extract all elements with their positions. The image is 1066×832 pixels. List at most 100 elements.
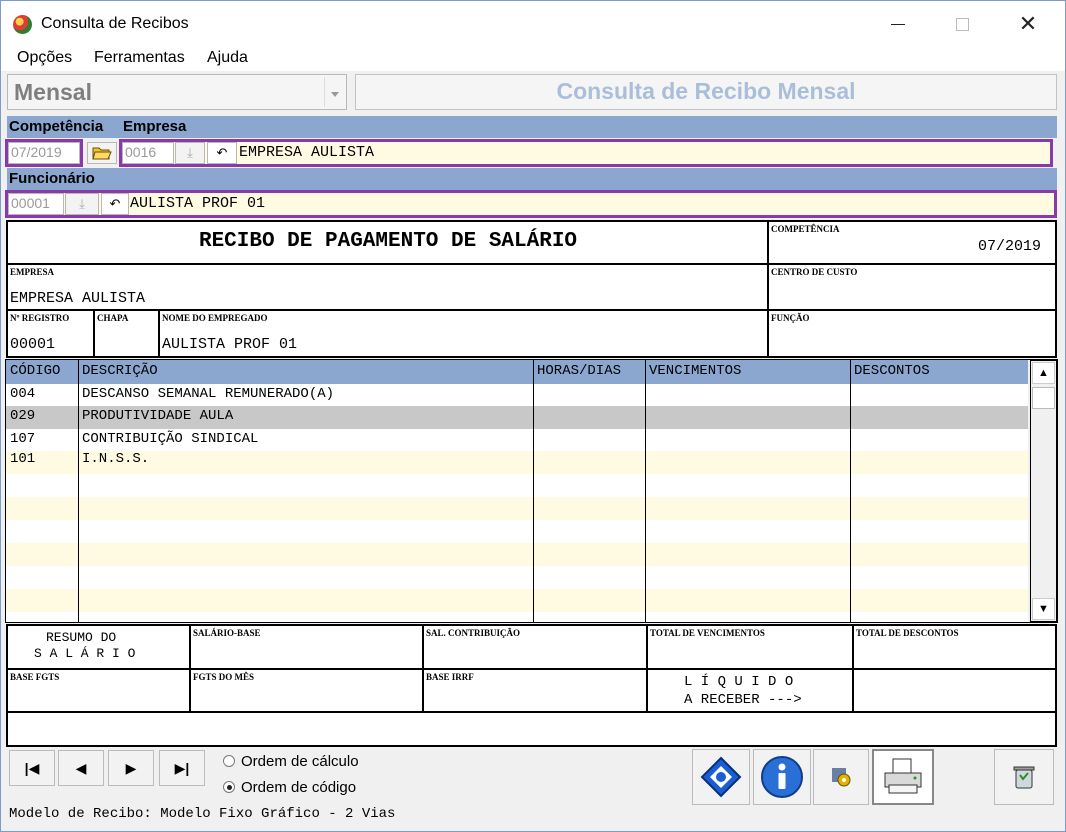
table-row-selected[interactable]: 029 PRODUTIVIDADE AULA: [6, 406, 1028, 429]
base-fgts-cell: BASE FGTS: [6, 668, 191, 713]
table-row[interactable]: 101 I.N.S.S.: [6, 451, 1028, 474]
table-row[interactable]: 004 DESCANSO SEMANAL REMUNERADO(A): [6, 384, 1028, 407]
funcao-label: FUNÇÃO: [771, 313, 810, 323]
grid-scrollbar[interactable]: ▲ ▼: [1030, 360, 1057, 622]
funcionario-label: Funcionário: [7, 168, 1057, 190]
divider: [645, 360, 646, 622]
table-row-empty: [6, 474, 1028, 497]
centro-custo-cell: CENTRO DE CUSTO: [767, 263, 1057, 311]
base-irrf-label: BASE IRRF: [426, 672, 474, 682]
scroll-down-icon[interactable]: ▼: [1032, 598, 1055, 620]
minimize-icon: [891, 23, 905, 25]
radio-checked-icon: [223, 781, 235, 794]
competencia-cell-value: 07/2019: [977, 238, 1041, 255]
empresa-cell-label: EMPRESA: [10, 267, 55, 277]
scroll-up-icon[interactable]: ▲: [1032, 362, 1055, 384]
maximize-button[interactable]: [939, 5, 985, 43]
chapa-cell: CHAPA: [93, 309, 160, 358]
receipt-footer-cell: [6, 711, 1057, 747]
col-horas-dias[interactable]: HORAS/DIAS: [537, 363, 621, 379]
row-descricao: DESCANSO SEMANAL REMUNERADO(A): [82, 386, 335, 402]
sort-codigo-radio[interactable]: Ordem de código: [223, 779, 356, 796]
refresh-button[interactable]: [692, 749, 750, 805]
period-select-value: Mensal: [14, 79, 92, 105]
close-icon: ✕: [1018, 11, 1038, 36]
resumo-line1: RESUMO DO: [46, 630, 117, 645]
download-icon[interactable]: ⤓: [175, 142, 205, 164]
nome-value: AULISTA PROF 01: [162, 336, 298, 353]
row-codigo: 101: [10, 451, 36, 467]
divider: [850, 360, 851, 622]
receipt-grid: CÓDIGO DESCRIÇÃO HORAS/DIAS VENCIMENTOS …: [6, 360, 1028, 622]
undo-icon[interactable]: ↶: [207, 142, 237, 164]
first-record-button[interactable]: |◀: [9, 750, 55, 786]
delete-button[interactable]: [994, 749, 1054, 805]
maximize-icon: [955, 17, 969, 31]
radio-icon: [223, 755, 235, 768]
title-bar: Consulta de Recibos ✕: [1, 1, 1065, 47]
liquido-value-cell: [852, 668, 1057, 713]
page-title: Consulta de Recibo Mensal: [355, 74, 1057, 110]
chevron-down-icon[interactable]: [324, 77, 344, 107]
empresa-label: Empresa: [123, 118, 187, 135]
registro-value: 00001: [10, 336, 56, 353]
folder-open-icon[interactable]: [87, 142, 117, 164]
row-codigo: 029: [10, 408, 36, 424]
last-record-button[interactable]: ▶|: [159, 750, 205, 786]
table-row-empty: [6, 497, 1028, 520]
empresa-code-input[interactable]: 0016: [122, 142, 174, 164]
salario-base-label: SALÁRIO-BASE: [193, 628, 261, 638]
registro-label: Nº REGISTRO: [10, 313, 70, 323]
trash-icon: [1013, 766, 1035, 789]
empresa-cell-value: EMPRESA AULISTA: [10, 290, 146, 307]
row-codigo: 107: [10, 431, 36, 447]
chapa-label: CHAPA: [97, 313, 129, 323]
col-descontos[interactable]: DESCONTOS: [854, 363, 930, 379]
close-button[interactable]: ✕: [1005, 5, 1051, 43]
col-vencimentos[interactable]: VENCIMENTOS: [649, 363, 741, 379]
row-descricao: PRODUTIVIDADE AULA: [82, 408, 234, 424]
base-irrf-cell: BASE IRRF: [422, 668, 648, 713]
previous-record-button[interactable]: ◀: [58, 750, 104, 786]
menu-opcoes[interactable]: Opções: [17, 49, 72, 67]
liquido-line1: L Í Q U I D O: [684, 674, 794, 690]
nome-cell: NOME DO EMPREGADO AULISTA PROF 01: [158, 309, 769, 358]
funcionario-code-input[interactable]: 00001: [8, 193, 64, 215]
sort-calculo-radio[interactable]: Ordem de cálculo: [223, 753, 359, 770]
info-icon: [761, 756, 803, 798]
centro-custo-label: CENTRO DE CUSTO: [771, 267, 858, 277]
table-row-empty: [6, 520, 1028, 543]
refresh-icon: [700, 756, 742, 798]
competencia-input[interactable]: 07/2019: [8, 142, 80, 164]
menu-ajuda[interactable]: Ajuda: [207, 49, 248, 67]
table-row[interactable]: 107 CONTRIBUIÇÃO SINDICAL: [6, 429, 1028, 452]
total-descontos-cell: TOTAL DE DESCONTOS: [852, 624, 1057, 670]
col-descricao[interactable]: DESCRIÇÃO: [82, 363, 158, 379]
next-record-button[interactable]: ▶: [108, 750, 154, 786]
settings-button[interactable]: [813, 749, 869, 805]
app-window: Consulta de Recibos ✕ Opções Ferramentas…: [0, 0, 1066, 832]
printer-icon: [884, 758, 922, 794]
window-title: Consulta de Recibos: [41, 15, 189, 32]
gear-icon: [832, 768, 851, 787]
status-text: Modelo de Recibo: Modelo Fixo Gráfico - …: [9, 806, 396, 822]
empresa-cell: EMPRESA EMPRESA AULISTA: [6, 263, 769, 311]
next-icon: ▶: [125, 759, 137, 776]
col-codigo[interactable]: CÓDIGO: [10, 363, 60, 379]
undo-icon[interactable]: ↶: [101, 193, 129, 215]
print-button[interactable]: [872, 749, 934, 805]
period-select[interactable]: Mensal: [7, 74, 347, 110]
row-descricao: I.N.S.S.: [82, 451, 150, 467]
scroll-thumb[interactable]: [1032, 387, 1055, 409]
divider: [78, 360, 79, 622]
previous-icon: ◀: [75, 759, 87, 776]
table-row-empty: [6, 566, 1028, 589]
total-vencimentos-label: TOTAL DE VENCIMENTOS: [650, 628, 765, 638]
first-icon: |◀: [24, 759, 40, 776]
info-button[interactable]: [753, 749, 811, 805]
download-icon[interactable]: ⤓: [65, 193, 99, 215]
row-codigo: 004: [10, 386, 36, 402]
receipt-title-cell: RECIBO DE PAGAMENTO DE SALÁRIO: [6, 220, 769, 265]
menu-ferramentas[interactable]: Ferramentas: [94, 49, 185, 67]
minimize-button[interactable]: [875, 5, 921, 43]
